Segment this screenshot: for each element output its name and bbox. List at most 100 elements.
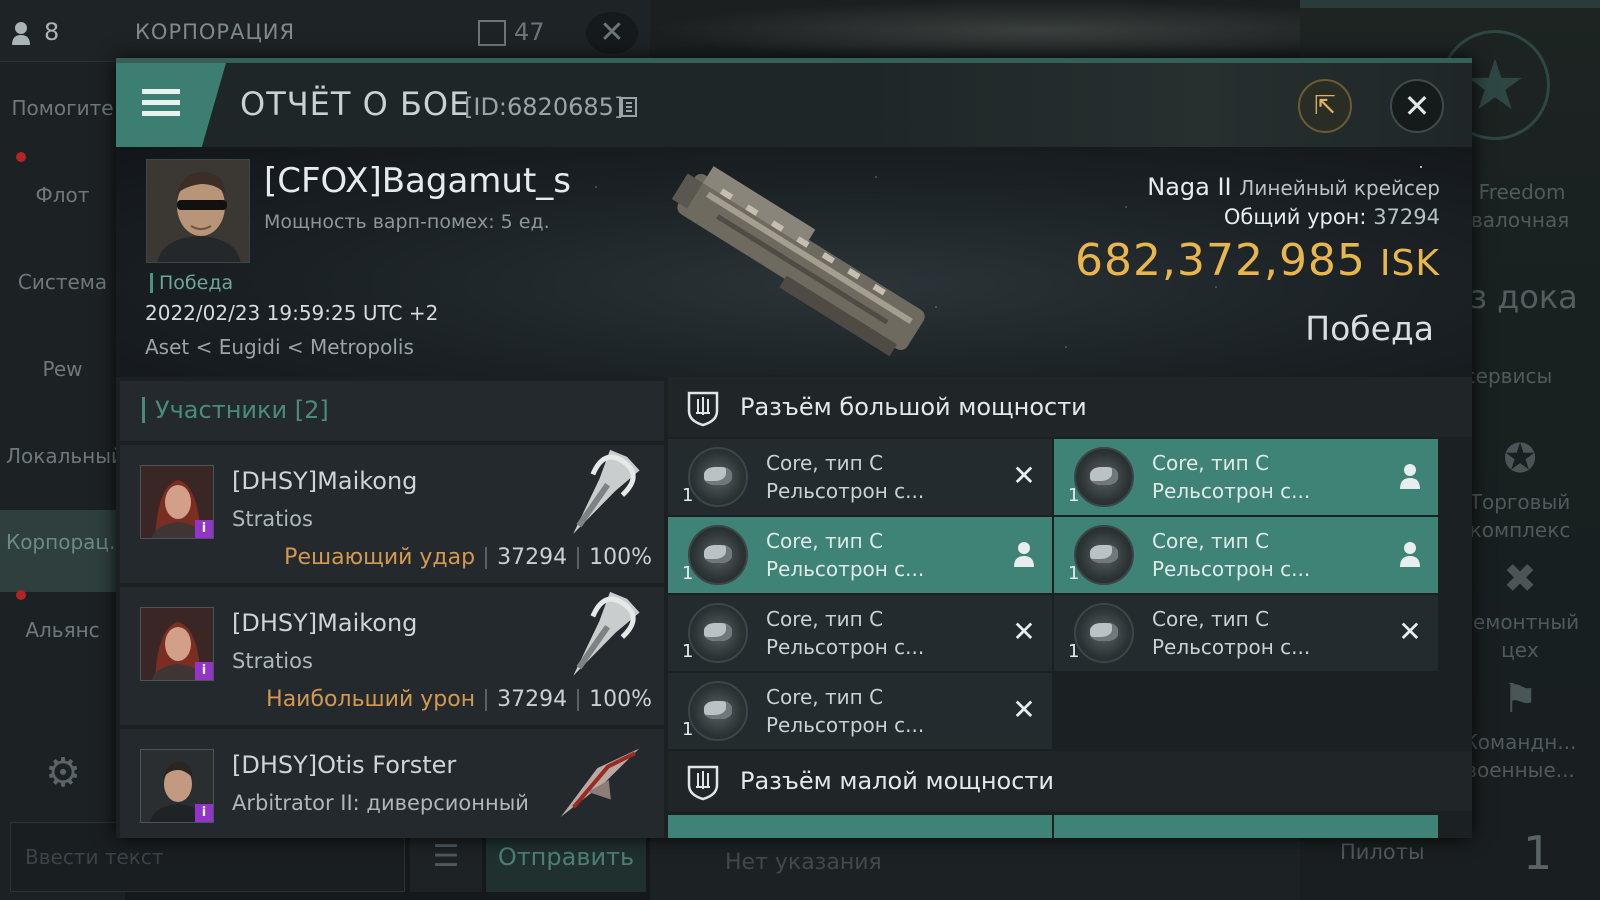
- victim-portrait[interactable]: [146, 159, 250, 263]
- menu-button[interactable]: [116, 63, 226, 147]
- module-name-line2: Рельсотрон с...: [766, 713, 925, 737]
- participant-avatar: i: [140, 749, 214, 823]
- module-name-line1: Core, тип C: [1152, 607, 1270, 631]
- person-icon: [1400, 464, 1420, 489]
- module-slot[interactable]: [668, 815, 1052, 838]
- low-slot-icon: [687, 765, 719, 801]
- module-slot[interactable]: [1054, 815, 1438, 838]
- module-name-line2: Рельсотрон с...: [1152, 479, 1311, 503]
- unread-dot: [16, 590, 26, 600]
- destroyed-icon: ✕: [1012, 459, 1036, 492]
- pilot-count-value: 8: [44, 18, 60, 46]
- module-name-line1: Core, тип C: [766, 529, 884, 553]
- chat-header: 8 КОРПОРАЦИЯ 47 ✕: [0, 0, 650, 62]
- high-slots-title: Разъём большой мощности: [740, 393, 1087, 421]
- module-slot[interactable]: 1 Core, тип C Рельсотрон с... ✕: [668, 439, 1052, 515]
- channel-title: КОРПОРАЦИЯ: [135, 20, 296, 44]
- pilots-number: 1: [1523, 826, 1553, 880]
- module-slot[interactable]: 1 Core, тип C Рельсотрон с...: [1054, 439, 1438, 515]
- module-name-line1: Core, тип C: [766, 451, 884, 475]
- module-name-line1: Core, тип C: [766, 685, 884, 709]
- divider: [485, 547, 488, 569]
- person-icon: [1400, 542, 1420, 567]
- high-slots-header: Разъём большой мощности: [668, 377, 1472, 437]
- railgun-icon: [688, 603, 748, 663]
- victim-name[interactable]: [CFOX]Bagamut_s: [264, 161, 571, 201]
- module-qty: 1: [682, 485, 694, 506]
- participant-avatar: i: [140, 607, 214, 681]
- divider: [485, 689, 488, 711]
- participant-row[interactable]: i [DHSY]Otis Forster Arbitrator II: диве…: [120, 729, 664, 838]
- person-icon: [1014, 542, 1034, 567]
- station-panel-topline: [1300, 0, 1600, 8]
- module-qty: 1: [1068, 485, 1080, 506]
- gear-icon[interactable]: ⚙: [40, 750, 86, 796]
- participant-row[interactable]: i [DHSY]Maikong Stratios Решающий удар 37…: [120, 445, 664, 583]
- module-name-line1: Core, тип C: [1152, 529, 1270, 553]
- participant-ship: Stratios: [232, 649, 313, 673]
- stratios-ship-image: [573, 591, 640, 676]
- participant-name: [DHSY]Maikong: [232, 467, 418, 495]
- participant-name: [DHSY]Maikong: [232, 609, 418, 637]
- victim-ship[interactable]: Naga II Линейный крейсер: [1147, 173, 1440, 201]
- dialog-header: ОТЧЁТ О БОЕ [ID:6820685] ⇱ ✕: [116, 63, 1472, 147]
- high-slot-icon: [687, 391, 719, 427]
- participants-panel: Участники [2] i [DHSY]Maikong Stratios Р…: [116, 377, 666, 838]
- victim-portrait-image: [147, 160, 249, 262]
- victim-ship-image[interactable]: [646, 157, 956, 367]
- module-slot[interactable]: 1 Core, тип C Рельсотрон с... ✕: [668, 673, 1052, 749]
- share-button[interactable]: ⇱: [1298, 79, 1352, 133]
- kill-datetime: 2022/02/23 19:59:25 UTC +2: [145, 301, 439, 325]
- copy-icon[interactable]: [621, 97, 637, 117]
- module-slot[interactable]: 1 Core, тип C Рельсотрон с... ✕: [1054, 595, 1438, 671]
- person-icon: [12, 22, 30, 45]
- low-slots-title: Разъём малой мощности: [740, 767, 1055, 795]
- close-button[interactable]: ✕: [1390, 79, 1444, 133]
- result-badge: Победа: [150, 273, 233, 293]
- module-name-line2: Рельсотрон с...: [1152, 635, 1311, 659]
- victim-banner: [CFOX]Bagamut_s Мощность варп-помех: 5 е…: [116, 147, 1472, 377]
- final-blow-tag: Решающий удар: [284, 545, 476, 570]
- participant-row[interactable]: i [DHSY]Maikong Stratios Наибольший урон…: [120, 587, 664, 725]
- participant-stats: Решающий удар 37294 100%: [284, 545, 652, 570]
- sidebar-item-fleet[interactable]: Флот: [0, 183, 125, 207]
- member-count-value: 47: [514, 18, 545, 46]
- module-name-line1: Core, тип C: [766, 607, 884, 631]
- pilots-label[interactable]: Пилоты: [1340, 840, 1425, 864]
- module-name-line2: Рельсотрон с...: [1152, 557, 1311, 581]
- kill-location[interactable]: Aset < Eugidi < Metropolis: [145, 335, 414, 359]
- total-damage: Общий урон: 37294: [1224, 205, 1440, 229]
- command-label: Командн... военные...: [1463, 730, 1577, 782]
- background-scene: [650, 0, 1300, 62]
- warp-disrupt-strength: Мощность варп-помех: 5 ед.: [264, 211, 550, 233]
- destroyed-icon: ✕: [1012, 615, 1036, 648]
- participant-ship: Stratios: [232, 507, 313, 531]
- external-link-icon: ⇱: [1314, 91, 1336, 121]
- sidebar-item-corporation[interactable]: Корпорац..: [0, 530, 125, 554]
- sidebar-item-system[interactable]: Система: [0, 270, 125, 294]
- fitting-panel: Разъём большой мощности 1 Core, тип C Ре…: [668, 377, 1472, 838]
- stratios-ship-image: [573, 449, 640, 534]
- module-slot[interactable]: 1 Core, тип C Рельсотрон с... ✕: [668, 595, 1052, 671]
- sidebar-item-pew[interactable]: Pew: [0, 357, 125, 381]
- sidebar-item-alliance[interactable]: Альянс: [0, 618, 125, 642]
- outcome-label: Победа: [1305, 309, 1434, 348]
- isk-value: 682,372,985 ISK: [1075, 235, 1440, 286]
- trade-hub-label: Торговый комплекс: [1469, 490, 1571, 542]
- module-slot[interactable]: 1 Core, тип C Рельсотрон с...: [668, 517, 1052, 593]
- info-icon[interactable]: i: [195, 662, 213, 680]
- sidebar-item-local[interactable]: Локальный: [0, 444, 125, 468]
- module-qty: 1: [1068, 641, 1080, 662]
- destroyed-icon: ✕: [1398, 615, 1422, 648]
- sidebar-item-help[interactable]: Помогите: [0, 96, 125, 120]
- participants-header: Участники [2]: [120, 381, 664, 441]
- info-icon[interactable]: i: [195, 520, 213, 538]
- module-slot[interactable]: 1 Core, тип C Рельсотрон с...: [1054, 517, 1438, 593]
- pilot-count[interactable]: 8: [12, 18, 59, 46]
- members-icon: [478, 20, 506, 46]
- info-icon[interactable]: i: [195, 804, 213, 822]
- isk-currency: ISK: [1379, 243, 1440, 284]
- unread-dot: [16, 152, 26, 162]
- arbitrator-ship-image: [560, 748, 640, 817]
- chat-close-icon[interactable]: ✕: [586, 12, 638, 54]
